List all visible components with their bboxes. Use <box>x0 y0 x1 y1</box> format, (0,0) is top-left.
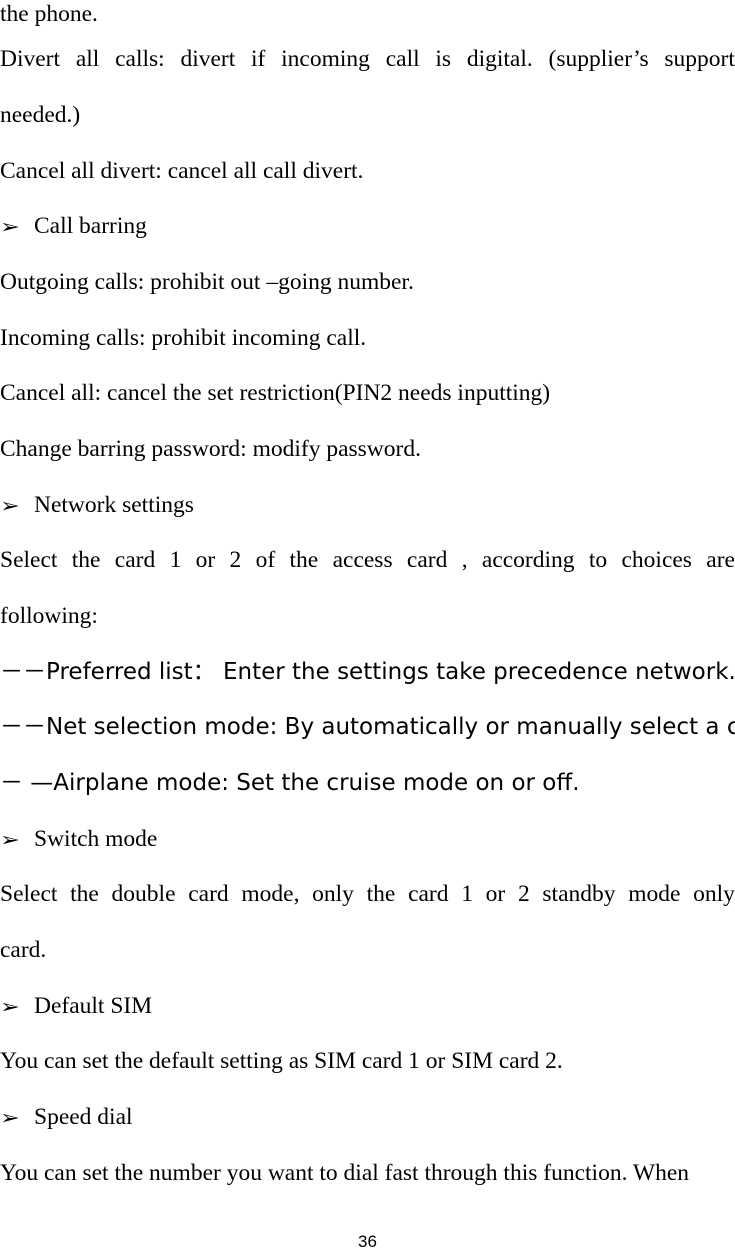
word: is <box>435 46 452 72</box>
word: all <box>75 46 100 72</box>
dash-item-text: － —Airplane mode: Set the cruise mode on… <box>0 770 580 796</box>
arrowhead-bullet-icon: ➢ <box>0 1107 20 1129</box>
text-line: You can set the number you want to dial … <box>0 1159 735 1187</box>
arrowhead-bullet-icon: ➢ <box>0 829 20 851</box>
line-text: Outgoing calls: prohibit out –going numb… <box>0 269 414 295</box>
word: double <box>111 881 176 907</box>
word: calls: <box>115 46 165 72</box>
dash-item-airplane-mode: － —Airplane mode: Set the cruise mode on… <box>0 769 735 797</box>
word: 1 <box>461 881 473 907</box>
bullet-heading-speed-dial: ➢ Speed dial <box>0 1103 735 1131</box>
word: divert <box>180 46 236 72</box>
text-line-justified: Select the double card mode, only the ca… <box>0 880 735 908</box>
page-number: 36 <box>358 1232 377 1251</box>
text-line-justified: Select the card 1 or 2 of the access car… <box>0 546 735 574</box>
bullet-label: Switch mode <box>34 826 158 852</box>
document-page: the phone. Divert all calls: divert if i… <box>0 0 735 1252</box>
dash-item-text: －－Preferred list： Enter the settings tak… <box>0 659 735 685</box>
word: card <box>408 881 449 907</box>
word: the <box>71 547 101 573</box>
word: card <box>188 881 229 907</box>
word: to <box>588 547 608 573</box>
line-text: You can set the default setting as SIM c… <box>0 1048 563 1074</box>
word: Select <box>0 881 58 907</box>
word: , <box>461 547 468 573</box>
text-line: Change barring password: modify password… <box>0 435 735 463</box>
word: 2 <box>517 881 530 907</box>
line-text: Cancel all divert: cancel all call diver… <box>0 158 364 184</box>
word: the <box>289 547 319 573</box>
word: (supplier’s <box>548 46 649 72</box>
word: if <box>251 46 266 72</box>
text-line: following: <box>0 602 735 630</box>
text-line-justified: Divert all calls: divert if incoming cal… <box>0 45 735 73</box>
word: Divert <box>0 46 61 72</box>
word: only <box>312 881 354 907</box>
line-text: following: <box>0 603 98 629</box>
word: Select <box>0 547 58 573</box>
word: or <box>485 881 506 907</box>
arrowhead-bullet-icon: ➢ <box>0 495 20 517</box>
text-line: Cancel all divert: cancel all call diver… <box>0 157 735 185</box>
word: call <box>385 46 420 72</box>
word: digital. <box>466 46 533 72</box>
line-text: Incoming calls: prohibit incoming call. <box>0 325 367 351</box>
text-line: needed.) <box>0 101 735 129</box>
word: the <box>70 881 99 907</box>
word: mode <box>628 881 681 907</box>
line-text: the phone. <box>0 1 98 27</box>
dash-item-net-selection-mode: －－Net selection mode: By automatically o… <box>0 713 735 741</box>
bullet-heading-switch-mode: ➢ Switch mode <box>0 825 735 853</box>
line-text: card. <box>0 937 47 963</box>
bullet-label: Call barring <box>34 213 147 239</box>
word: support <box>664 46 735 72</box>
line-text: Cancel all: cancel the set restriction(P… <box>0 380 551 406</box>
arrowhead-bullet-icon: ➢ <box>0 216 20 238</box>
word: standby <box>542 881 616 907</box>
dash-item-text: －－Net selection mode: By automatically o… <box>0 714 735 740</box>
text-line: Outgoing calls: prohibit out –going numb… <box>0 268 735 296</box>
line-text: Change barring password: modify password… <box>0 436 421 462</box>
word: 2 <box>229 547 242 573</box>
line-text: You can set the number you want to dial … <box>0 1160 690 1186</box>
word: card <box>406 547 448 573</box>
dash-item-preferred-list: －－Preferred list： Enter the settings tak… <box>0 658 735 686</box>
word: only <box>693 881 735 907</box>
word: choices <box>621 547 692 573</box>
text-line: You can set the default setting as SIM c… <box>0 1047 735 1075</box>
word: are <box>706 547 735 573</box>
word: the <box>366 881 396 907</box>
bullet-label: Network settings <box>34 492 194 518</box>
line-text: needed.) <box>0 102 81 128</box>
word: of <box>255 547 276 573</box>
bullet-heading-call-barring: ➢ Call barring <box>0 212 735 240</box>
text-line: card. <box>0 936 735 964</box>
bullet-heading-network-settings: ➢ Network settings <box>0 491 735 519</box>
word: or <box>195 547 216 573</box>
text-line: Incoming calls: prohibit incoming call. <box>0 324 735 352</box>
word: mode, <box>241 881 300 907</box>
word: incoming <box>281 46 370 72</box>
bullet-label: Default SIM <box>34 993 153 1019</box>
text-line: Cancel all: cancel the set restriction(P… <box>0 379 735 407</box>
word: access <box>332 547 393 573</box>
text-line: the phone. <box>0 0 735 28</box>
word: card <box>114 547 156 573</box>
word: according <box>481 547 575 573</box>
bullet-label: Speed dial <box>34 1104 133 1130</box>
arrowhead-bullet-icon: ➢ <box>0 996 20 1018</box>
word: 1 <box>169 547 182 573</box>
bullet-heading-default-sim: ➢ Default SIM <box>0 992 735 1020</box>
